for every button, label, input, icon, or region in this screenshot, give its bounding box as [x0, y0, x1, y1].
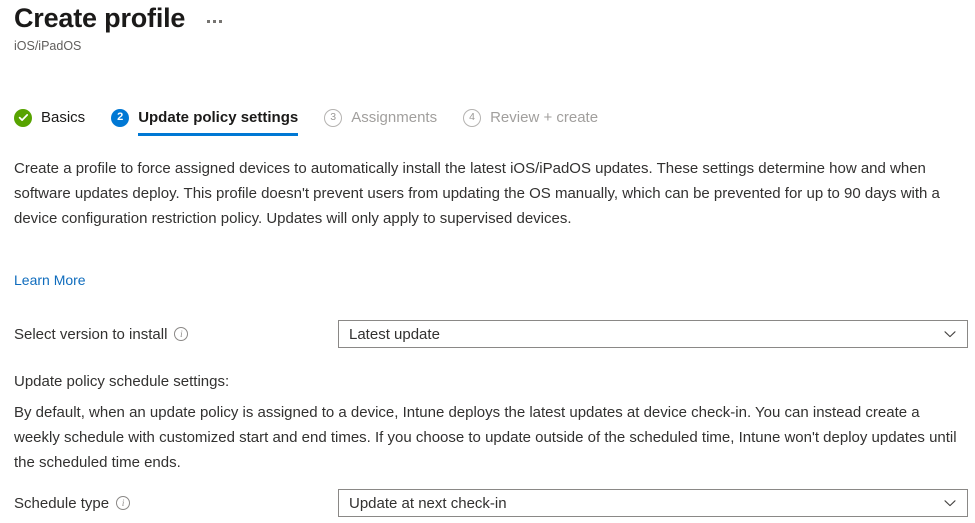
ellipsis-dot [207, 19, 211, 23]
schedule-type-label: Schedule type [14, 494, 110, 512]
page-title: Create profile [14, 3, 186, 33]
schedule-type-dropdown[interactable]: Update at next check-in [338, 489, 968, 517]
tab-update-policy-settings-label: Update policy settings [138, 109, 299, 126]
schedule-type-value: Update at next check-in [349, 494, 507, 512]
chevron-down-icon [939, 492, 961, 514]
select-version-value: Latest update [349, 325, 440, 343]
create-profile-page: Create profile iOS/iPadOS Basics 2 Updat… [0, 0, 975, 523]
field-select-version-to-install: Select version to install i Latest updat… [14, 320, 968, 348]
title-row: Create profile [14, 2, 223, 34]
tab-review-create-label: Review + create [490, 109, 599, 126]
select-version-label-group: Select version to install i [14, 326, 338, 343]
tab-basics-label: Basics [41, 109, 86, 126]
chevron-down-icon [939, 323, 961, 345]
tab-update-policy-settings[interactable]: 2 Update policy settings [111, 103, 299, 136]
step-number-badge: 4 [463, 108, 482, 127]
tab-basics[interactable]: Basics [14, 103, 85, 132]
info-icon[interactable]: i [116, 496, 131, 510]
schedule-type-label-group: Schedule type i [14, 495, 338, 512]
learn-more-link[interactable]: Learn More [14, 271, 86, 289]
page-subtitle: iOS/iPadOS [14, 39, 82, 53]
check-circle-icon [14, 108, 32, 127]
step-number-badge: 2 [111, 108, 130, 127]
select-version-dropdown[interactable]: Latest update [338, 320, 968, 348]
step-number-badge: 3 [324, 108, 343, 127]
schedule-settings-heading: Update policy schedule settings: [14, 373, 230, 390]
info-icon[interactable]: i [174, 327, 189, 341]
intro-description: Create a profile to force assigned devic… [14, 160, 940, 227]
ellipsis-dot [213, 19, 217, 23]
schedule-settings-description: By default, when an update policy is ass… [14, 404, 957, 471]
select-version-label: Select version to install [14, 325, 168, 343]
tab-review-create[interactable]: 4 Review + create [463, 103, 598, 132]
overflow-menu-icon[interactable] [207, 19, 223, 23]
tab-assignments[interactable]: 3 Assignments [324, 103, 437, 132]
active-tab-underline [138, 133, 299, 136]
ellipsis-dot [219, 19, 223, 23]
field-schedule-type: Schedule type i Update at next check-in [14, 489, 968, 517]
page-header: Create profile iOS/iPadOS [14, 2, 223, 54]
tab-assignments-label: Assignments [351, 109, 438, 126]
wizard-tabs: Basics 2 Update policy settings 3 Assign… [14, 103, 624, 139]
